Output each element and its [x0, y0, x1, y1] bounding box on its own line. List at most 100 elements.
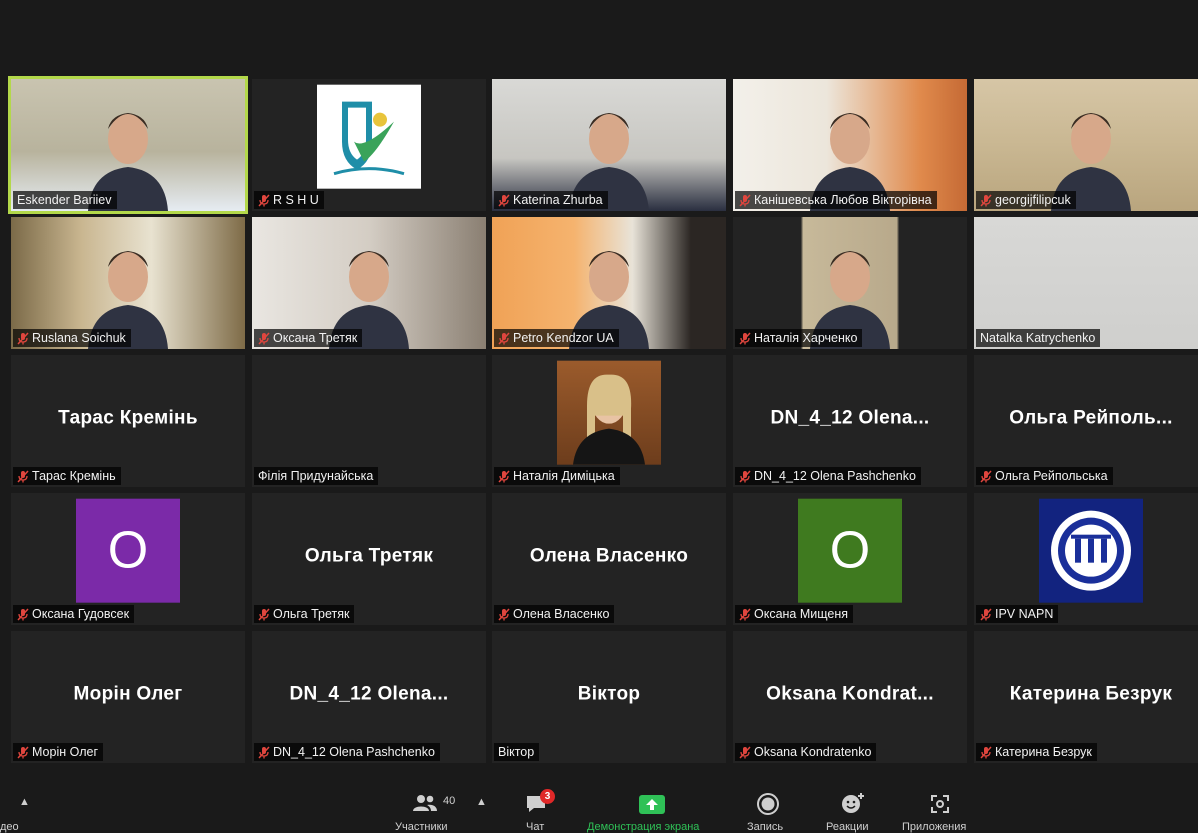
apps-button[interactable]: Приложения	[900, 780, 980, 833]
mic-muted-icon	[258, 745, 270, 759]
participant-tile[interactable]: Katerina Zhurba	[492, 79, 726, 211]
participant-name-label: Наталія Диміцька	[494, 467, 620, 485]
participant-name-label: Віктор	[494, 743, 540, 761]
participant-name: Канішевська Любов Вікторівна	[754, 193, 932, 207]
mic-muted-icon	[17, 469, 29, 483]
record-button[interactable]: Запись	[742, 780, 792, 833]
record-label: Запись	[747, 821, 784, 833]
mic-muted-icon	[980, 745, 992, 759]
participant-name: georgijfilipcuk	[995, 193, 1071, 207]
participant-display-name: Віктор	[577, 683, 641, 705]
mic-muted-icon	[17, 607, 29, 621]
participant-display-name: DN_4_12 Olena...	[289, 683, 449, 705]
participant-tile[interactable]: Філія Придунайська	[252, 355, 486, 487]
participant-name: Олена Власенко	[513, 607, 610, 621]
participant-tile[interactable]: O Оксана Гудовсек	[11, 493, 245, 625]
participant-name: Ольга Рейпольська	[995, 469, 1108, 483]
participant-display-name: DN_4_12 Olena...	[770, 407, 930, 429]
participant-name: Natalka Katrychenko	[980, 331, 1096, 345]
participant-tile[interactable]: Eskender Bariiev	[8, 76, 248, 214]
mic-muted-icon	[739, 469, 751, 483]
reactions-icon	[841, 792, 865, 819]
mic-muted-icon	[17, 745, 29, 759]
participant-name-label: IPV NAPN	[976, 605, 1059, 623]
participant-name: Катерина Безрук	[995, 745, 1092, 759]
participant-tile[interactable]: Ольга Третяк Ольга Третяк	[252, 493, 486, 625]
avatar-initial: O	[76, 498, 180, 603]
participant-name: Морін Олег	[32, 745, 98, 759]
participant-tile[interactable]: Oksana Kondrat... Oksana Kondratenko	[733, 631, 967, 763]
participant-tile[interactable]: DN_4_12 Olena... DN_4_12 Olena Pashchenko	[252, 631, 486, 763]
participant-name-label: Oksana Kondratenko	[735, 743, 877, 761]
mic-muted-icon	[17, 331, 29, 345]
share-screen-icon	[639, 795, 665, 819]
participants-icon	[412, 794, 438, 817]
participant-tile[interactable]: Наталія Диміцька	[492, 355, 726, 487]
participant-name: Katerina Zhurba	[513, 193, 603, 207]
record-icon	[757, 793, 779, 820]
participant-tile[interactable]: R S H U	[252, 79, 486, 211]
participant-name-label: Олена Власенко	[494, 605, 615, 623]
participant-tile[interactable]: Віктор Віктор	[492, 631, 726, 763]
mic-muted-icon	[258, 607, 270, 621]
apps-icon	[930, 794, 950, 819]
participant-tile[interactable]: O Оксана Мищеня	[733, 493, 967, 625]
participant-tile[interactable]: DN_4_12 Olena... DN_4_12 Olena Pashchenko	[733, 355, 967, 487]
participant-name-label: Оксана Мищеня	[735, 605, 854, 623]
mic-muted-icon	[258, 331, 270, 345]
mic-muted-icon	[498, 607, 510, 621]
participants-options-caret[interactable]: ▲	[476, 796, 487, 808]
participant-tile[interactable]: Тарас Кремінь Тарас Кремінь	[11, 355, 245, 487]
mic-muted-icon	[980, 193, 992, 207]
chat-unread-badge: 3	[540, 789, 555, 804]
participant-tile[interactable]: Катерина Безрук Катерина Безрук	[974, 631, 1198, 763]
participant-display-name: Катерина Безрук	[1009, 683, 1173, 705]
participant-tile[interactable]: Олена Власенко Олена Власенко	[492, 493, 726, 625]
mic-muted-icon	[980, 607, 992, 621]
video-label: део	[0, 821, 19, 833]
participant-name-label: Katerina Zhurba	[494, 191, 608, 209]
participant-name-label: R S H U	[254, 191, 324, 209]
participant-name-label: DN_4_12 Olena Pashchenko	[254, 743, 440, 761]
participant-name: Філія Придунайська	[258, 469, 374, 483]
participants-button[interactable]: 40 Участники	[395, 780, 465, 833]
participant-tile[interactable]: Ольга Рейполь... Ольга Рейпольська	[974, 355, 1198, 487]
participant-name: Оксана Гудовсек	[32, 607, 130, 621]
participant-name: R S H U	[273, 193, 319, 207]
reactions-label: Реакции	[826, 821, 869, 833]
participant-name: Оксана Мищеня	[754, 607, 849, 621]
participant-name: Віктор	[498, 745, 535, 759]
participant-tile[interactable]: Petro Kendzor UA	[492, 217, 726, 349]
participant-display-name: Олена Власенко	[529, 545, 689, 567]
apps-label: Приложения	[902, 821, 967, 833]
participant-tile[interactable]: Natalka Katrychenko	[974, 217, 1198, 349]
mic-muted-icon	[739, 193, 751, 207]
participant-tile[interactable]: Ruslana Soichuk	[11, 217, 245, 349]
participant-display-name: Oksana Kondrat...	[766, 683, 934, 705]
participant-tile[interactable]: IPV NAPN	[974, 493, 1198, 625]
mic-muted-icon	[739, 745, 751, 759]
participant-name-label: Морін Олег	[13, 743, 103, 761]
participant-name-label: Eskender Bariiev	[13, 191, 117, 209]
participant-name: Наталія Харченко	[754, 331, 858, 345]
share-screen-button[interactable]: Демонстрация экрана	[585, 780, 720, 833]
participant-tile[interactable]: Морін Олег Морін Олег	[11, 631, 245, 763]
participant-name: Тарас Кремінь	[32, 469, 116, 483]
participant-tile[interactable]: Наталія Харченко	[733, 217, 967, 349]
participant-tile[interactable]: Канішевська Любов Вікторівна	[733, 79, 967, 211]
participants-count: 40	[443, 795, 456, 807]
participant-tile[interactable]: georgijfilipcuk	[974, 79, 1198, 211]
participant-tile[interactable]: Оксана Третяк	[252, 217, 486, 349]
mic-muted-icon	[739, 331, 751, 345]
chat-button[interactable]: 3 Чат	[515, 780, 559, 833]
participant-name-label: Оксана Гудовсек	[13, 605, 135, 623]
participant-name-label: DN_4_12 Olena Pashchenko	[735, 467, 921, 485]
mic-muted-icon	[258, 193, 270, 207]
participant-name: DN_4_12 Olena Pashchenko	[273, 745, 435, 759]
video-options-caret[interactable]: ▲	[19, 796, 30, 808]
participant-name: Наталія Диміцька	[513, 469, 615, 483]
participant-name: Оксана Третяк	[273, 331, 358, 345]
mic-muted-icon	[739, 607, 751, 621]
reactions-button[interactable]: Реакции	[823, 780, 883, 833]
mic-muted-icon	[980, 469, 992, 483]
